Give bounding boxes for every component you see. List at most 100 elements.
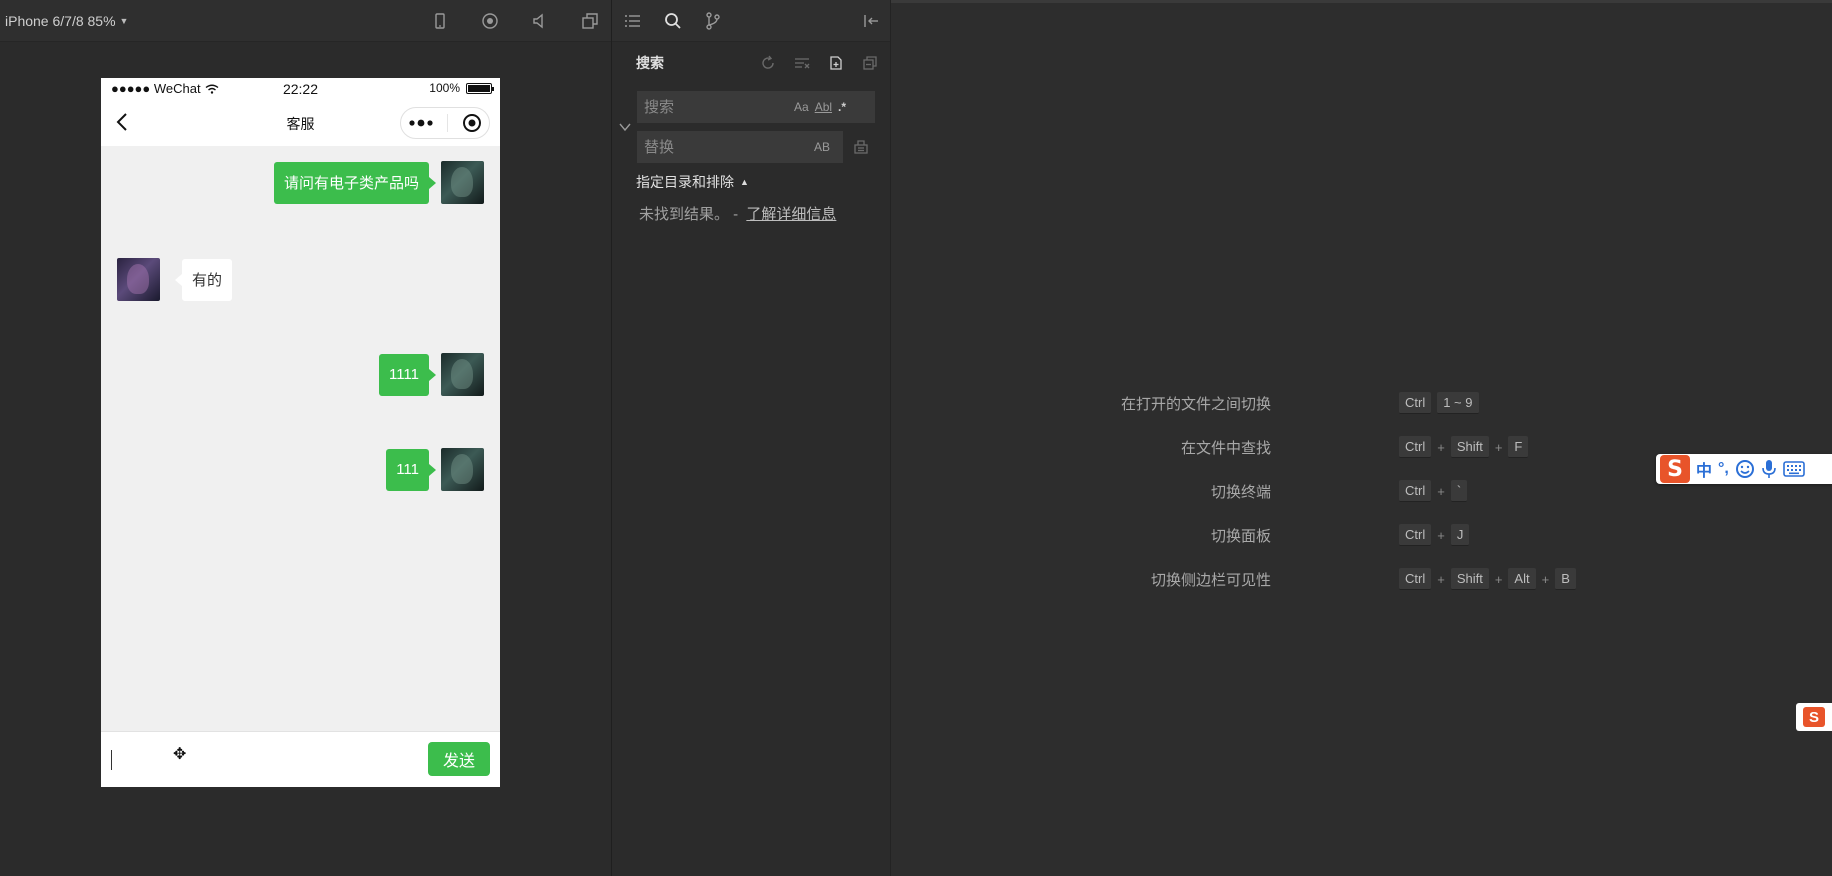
refresh-icon[interactable] — [758, 53, 778, 73]
key-cap: Ctrl — [1399, 480, 1432, 502]
smile-icon[interactable] — [1735, 459, 1755, 479]
source-control-icon[interactable] — [702, 10, 724, 32]
key-cap: 1 ~ 9 — [1437, 392, 1479, 414]
phone-nav-bar: 客服 — [101, 100, 500, 146]
include-exclude-toggle[interactable]: 指定目录和排除 ▲ — [636, 172, 749, 192]
avatar — [441, 161, 484, 204]
chat-area: 请问有电子类产品吗 有的 1111 111 — [101, 146, 500, 731]
search-icon[interactable] — [662, 10, 684, 32]
ime-punct-toggle[interactable]: °, — [1718, 460, 1729, 478]
editor-top-border — [891, 0, 1832, 3]
shortcut-label: 在文件中查找 — [1180, 439, 1271, 457]
list-icon[interactable] — [622, 10, 644, 32]
shortcut-row: 切换面板 Ctrl + J — [891, 522, 1832, 548]
key-separator: + — [1541, 571, 1550, 587]
battery-icon — [466, 82, 494, 94]
shortcut-label: 切换终端 — [1210, 483, 1271, 501]
chat-input-bar: ✥ 发送 — [101, 731, 500, 787]
move-cursor-icon: ✥ — [173, 746, 187, 763]
key-separator: + — [1437, 439, 1445, 455]
panel-title: 搜索 — [636, 55, 664, 71]
triangle-up-icon: ▲ — [740, 177, 749, 187]
text-caret[interactable] — [111, 750, 112, 770]
message-bubble: 有的 — [174, 258, 233, 301]
key-separator: + — [1494, 439, 1503, 455]
key-cap: F — [1508, 436, 1529, 458]
key-separator: + — [1437, 571, 1445, 587]
record-icon[interactable] — [479, 10, 501, 32]
collapse-all-icon[interactable] — [860, 53, 880, 73]
key-cap: Ctrl — [1399, 436, 1432, 458]
key-separator: + — [1437, 483, 1445, 499]
replace-field: AB — [637, 131, 843, 163]
key-cap: Shift — [1450, 436, 1489, 458]
no-results-message: 未找到结果。 - 了解详细信息 — [639, 203, 836, 224]
shortcut-row: 在打开的文件之间切换 Ctrl 1 ~ 9 — [891, 390, 1832, 416]
key-cap: Shift — [1450, 568, 1489, 590]
key-cap: Ctrl — [1399, 392, 1432, 414]
chat-message: 请问有电子类产品吗 — [273, 161, 484, 204]
search-field: Aa Abl .* — [637, 91, 875, 123]
shortcut-label: 切换面板 — [1210, 527, 1271, 545]
key-cap: Ctrl — [1399, 568, 1432, 590]
status-battery: 100% — [429, 81, 494, 95]
chat-message: 有的 — [117, 258, 233, 301]
search-header: 搜索 — [636, 52, 880, 74]
device-label: iPhone 6/7/8 85% — [5, 12, 116, 29]
avatar — [117, 258, 160, 301]
avatar — [441, 448, 484, 491]
clear-results-icon[interactable] — [792, 53, 812, 73]
collapse-sidebar-icon[interactable] — [860, 10, 882, 32]
message-bubble: 请问有电子类产品吗 — [273, 161, 437, 204]
key-cap: B — [1555, 568, 1576, 590]
chevron-down-icon[interactable] — [618, 120, 632, 134]
new-search-editor-icon[interactable] — [826, 53, 846, 73]
search-input[interactable] — [638, 97, 788, 117]
send-button[interactable]: 发送 — [428, 742, 490, 776]
learn-more-link[interactable]: 了解详细信息 — [746, 206, 836, 223]
sogou-logo[interactable]: S — [1660, 455, 1690, 483]
include-exclude-label: 指定目录和排除 — [636, 174, 734, 190]
regex-toggle[interactable]: .* — [838, 100, 846, 114]
ime-mini-badge[interactable]: S — [1796, 703, 1832, 731]
ime-mode-toggle[interactable]: 中 — [1696, 457, 1712, 481]
simulator-panel: iPhone 6/7/8 85% ▼ ●●●●● WeChat 22:22 10… — [0, 0, 612, 876]
message-bubble: 1111 — [378, 353, 437, 396]
more-dots-icon[interactable] — [408, 118, 434, 128]
mic-icon[interactable] — [1761, 459, 1777, 479]
search-panel: 搜索 Aa Abl .* AB 指定目录和排除 ▲ — [612, 0, 891, 876]
replace-all-icon[interactable] — [852, 138, 870, 156]
close-target-icon[interactable] — [462, 113, 482, 133]
message-bubble: 111 — [386, 448, 436, 491]
key-separator: + — [1494, 571, 1503, 587]
keyboard-icon[interactable] — [1783, 460, 1805, 478]
device-select[interactable]: iPhone 6/7/8 85% ▼ — [5, 13, 128, 29]
simulator-tools — [429, 0, 601, 42]
key-cap: ` — [1450, 480, 1468, 502]
volume-icon[interactable] — [529, 10, 551, 32]
capsule-divider — [447, 114, 449, 132]
phone-status-bar: ●●●●● WeChat 22:22 100% — [101, 78, 500, 100]
shortcut-label: 切换侧边栏可见性 — [1150, 571, 1271, 589]
phone-icon[interactable] — [429, 10, 451, 32]
preserve-case-toggle[interactable]: AB — [814, 140, 830, 154]
shortcut-label: 在打开的文件之间切换 — [1120, 395, 1271, 413]
key-cap: Alt — [1508, 568, 1536, 590]
replace-input[interactable] — [638, 137, 808, 157]
simulator-toolbar: iPhone 6/7/8 85% ▼ — [0, 0, 611, 42]
capsule-menu — [400, 107, 490, 139]
ime-toolbar: S 中 °, — [1656, 454, 1832, 484]
activity-toolbar — [612, 0, 890, 42]
key-separator: + — [1437, 527, 1445, 543]
detach-window-icon[interactable] — [579, 10, 601, 32]
match-case-toggle[interactable]: Aa — [794, 100, 809, 114]
sogou-logo-mini: S — [1803, 707, 1825, 727]
shortcut-row: 切换侧边栏可见性 Ctrl + Shift + Alt + B — [891, 566, 1832, 592]
chat-message: 111 — [386, 448, 484, 491]
chat-message: 1111 — [378, 353, 484, 396]
chevron-down-icon: ▼ — [119, 15, 129, 26]
key-cap: Ctrl — [1399, 524, 1432, 546]
match-word-toggle[interactable]: Abl — [815, 100, 832, 114]
phone-screen: ●●●●● WeChat 22:22 100% 客服 请问有电子类产品吗 有的 … — [101, 78, 500, 787]
no-results-text: 未找到结果。 - — [639, 206, 739, 223]
